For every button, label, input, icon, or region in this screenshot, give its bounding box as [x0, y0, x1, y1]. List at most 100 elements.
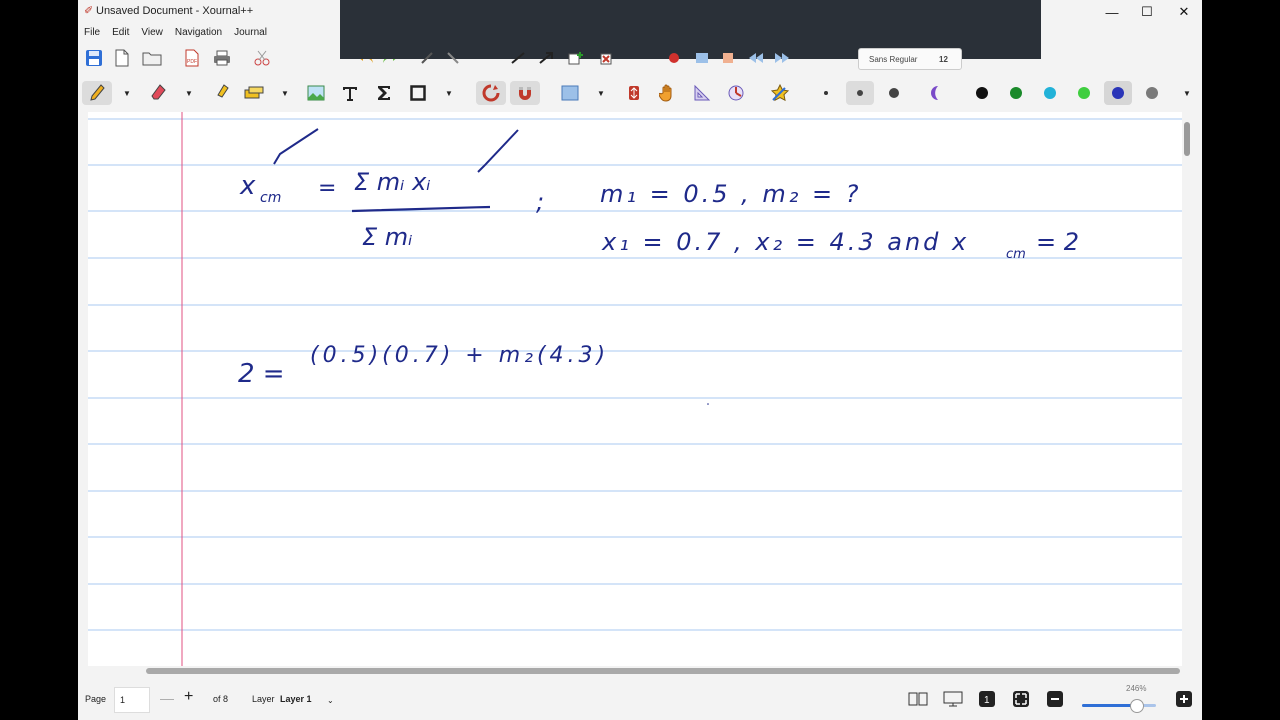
zoom-out-icon[interactable]	[1045, 689, 1065, 709]
document-canvas[interactable]: x cm = Σ mᵢ xᵢ Σ mᵢ ; m₁ = 0.5 , m₂ = ? …	[88, 112, 1182, 668]
color-swatch[interactable]	[1002, 81, 1030, 105]
check-mark-2	[477, 129, 519, 173]
pause-icon[interactable]	[692, 48, 712, 68]
vertical-space-icon[interactable]	[624, 83, 644, 103]
window-title: Unsaved Document - Xournal++	[96, 5, 254, 17]
given-line-2-sub: cm	[1006, 247, 1026, 262]
color-swatch[interactable]	[968, 81, 996, 105]
color-dropdown[interactable]: ▼	[1182, 83, 1192, 103]
select-region-icon[interactable]	[418, 48, 438, 68]
image-icon[interactable]	[306, 83, 326, 103]
status-bar: Page 1 — + of 8 Layer Layer 1 ⌄ 1 246%	[78, 680, 1202, 720]
layer-dropdown-icon[interactable]: ⌄	[327, 696, 334, 705]
pen-icon[interactable]	[82, 81, 112, 105]
cut-icon[interactable]	[252, 48, 272, 68]
toolbar-tools: ▼ ▼ ▼ ▼ ▼ ▼	[78, 78, 1202, 108]
highlighter-icon[interactable]	[212, 83, 232, 103]
page-number-input[interactable]: 1	[114, 687, 150, 713]
eraser-icon[interactable]	[148, 83, 168, 103]
eq-numerator: Σ mᵢ xᵢ	[354, 168, 431, 196]
tex-icon[interactable]	[374, 83, 394, 103]
horizontal-scrollbar[interactable]	[88, 666, 1182, 676]
maximize-button[interactable]: ☐	[1129, 0, 1165, 24]
color-swatch[interactable]	[1138, 81, 1166, 105]
given-line-2: x₁ = 0.7 , x₂ = 4.3 and x	[601, 228, 969, 256]
thickness-thick-icon[interactable]	[884, 83, 904, 103]
setsquare-icon[interactable]	[692, 83, 712, 103]
thickness-medium-icon[interactable]	[846, 81, 874, 105]
menu-file[interactable]: File	[78, 24, 106, 42]
color-swatch-dot	[976, 87, 988, 99]
zoom-slider-knob[interactable]	[1130, 699, 1144, 713]
record-icon[interactable]	[664, 48, 684, 68]
eraser-dropdown[interactable]: ▼	[184, 83, 194, 103]
compass-icon[interactable]	[726, 83, 746, 103]
draw-arrow-icon[interactable]	[536, 48, 556, 68]
shape-rectangle-icon[interactable]	[408, 83, 428, 103]
xournal-window: ✐ Unsaved Document - Xournal++ — ☐ ✕ Fil…	[78, 0, 1202, 720]
page-increment-button[interactable]: +	[184, 688, 193, 706]
font-selector[interactable]: Sans Regular 12	[858, 48, 962, 70]
menu-view[interactable]: View	[135, 24, 169, 42]
seek-back-icon[interactable]	[746, 48, 766, 68]
page-lined-paper[interactable]: x cm = Σ mᵢ xᵢ Σ mᵢ ; m₁ = 0.5 , m₂ = ? …	[88, 112, 1182, 668]
text-highlight-icon[interactable]	[244, 83, 264, 103]
eq-separator: ;	[536, 188, 544, 216]
print-icon[interactable]	[212, 48, 232, 68]
save-icon[interactable]	[84, 48, 104, 68]
color-swatch[interactable]	[1104, 81, 1132, 105]
layer-value[interactable]: Layer 1	[280, 694, 312, 704]
horizontal-scroll-thumb[interactable]	[146, 668, 1180, 674]
presentation-icon[interactable]	[943, 689, 963, 709]
fill-icon[interactable]	[928, 83, 948, 103]
eq-lhs: x	[239, 171, 256, 201]
close-button[interactable]: ✕	[1166, 0, 1202, 24]
vertical-scrollbar[interactable]	[1182, 112, 1192, 668]
svg-text:PDF: PDF	[187, 59, 197, 65]
shape-dropdown[interactable]: ▼	[444, 83, 454, 103]
select-dropdown[interactable]: ▼	[596, 83, 606, 103]
select-rect-icon[interactable]	[560, 83, 580, 103]
grid-snap-icon[interactable]	[510, 81, 540, 105]
draw-line-icon[interactable]	[508, 48, 528, 68]
hand-icon[interactable]	[658, 83, 678, 103]
export-pdf-icon[interactable]: PDF	[182, 48, 202, 68]
default-tool-icon[interactable]	[770, 83, 790, 103]
pen-dropdown[interactable]: ▼	[122, 83, 132, 103]
layer-label: Layer	[252, 694, 275, 704]
check-mark-1	[273, 128, 319, 165]
vertical-scroll-thumb[interactable]	[1184, 122, 1190, 156]
menu-navigation[interactable]: Navigation	[169, 24, 228, 42]
page-number-value: 1	[120, 695, 126, 705]
font-size: 12	[939, 55, 948, 64]
color-swatch[interactable]	[1070, 81, 1098, 105]
dual-page-icon[interactable]	[908, 689, 928, 709]
color-swatch-dot	[1078, 87, 1090, 99]
stray-dot	[707, 403, 709, 405]
open-folder-icon[interactable]	[142, 48, 162, 68]
select-object-icon[interactable]	[444, 48, 464, 68]
font-name: Sans Regular	[869, 55, 918, 64]
stop-icon[interactable]	[718, 48, 738, 68]
text-tool-icon[interactable]	[340, 83, 360, 103]
given-line-1: m₁ = 0.5 , m₂ = ?	[600, 180, 862, 208]
new-document-icon[interactable]	[112, 48, 132, 68]
zoom-slider[interactable]	[1082, 704, 1156, 707]
thickness-fine-icon[interactable]	[816, 83, 836, 103]
zoom-in-icon[interactable]	[1174, 689, 1194, 709]
given-line-2-end: = 2	[1036, 228, 1079, 256]
rotation-snap-icon[interactable]	[476, 81, 506, 105]
seek-forward-icon[interactable]	[772, 48, 792, 68]
zoom-fit-icon[interactable]	[1011, 689, 1031, 709]
fraction-bar	[351, 205, 491, 213]
color-swatch[interactable]	[1036, 81, 1064, 105]
delete-page-icon[interactable]	[596, 48, 616, 68]
menu-edit[interactable]: Edit	[106, 24, 135, 42]
step-lhs: 2 =	[238, 359, 285, 389]
page-decrement-button[interactable]: —	[160, 690, 174, 706]
minimize-button[interactable]: —	[1094, 0, 1130, 24]
insert-page-icon[interactable]	[566, 48, 586, 68]
zoom-100-icon[interactable]: 1	[977, 689, 997, 709]
highlight-dropdown[interactable]: ▼	[280, 83, 290, 103]
menu-journal[interactable]: Journal	[228, 24, 273, 42]
